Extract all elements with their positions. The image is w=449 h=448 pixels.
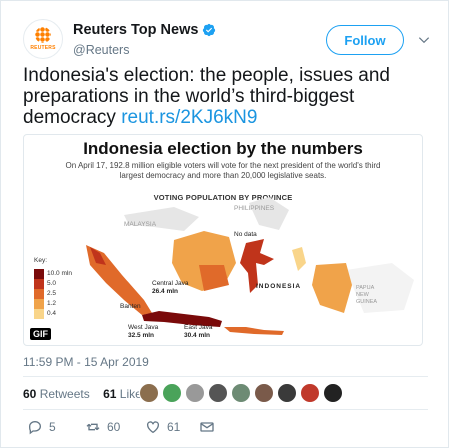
key-swatch (34, 289, 44, 299)
user-identity[interactable]: Reuters Top News @Reuters (73, 21, 216, 57)
key-item: 1.2 (47, 300, 57, 307)
label-png: PAPUA NEW GUINEA (356, 285, 378, 305)
reply-count: 5 (49, 420, 56, 434)
retweet-action-count: 60 (107, 420, 121, 434)
tweet-link[interactable]: reut.rs/2KJ6kN9 (121, 107, 257, 128)
direct-message-button[interactable] (199, 419, 215, 435)
liker-avatar[interactable] (139, 383, 159, 403)
label-malaysia: MALAYSIA (124, 221, 157, 228)
tweet-text: Indonesia's election: the people, issues… (23, 65, 433, 128)
key-swatch (34, 269, 44, 279)
label-west-java: West Java (128, 324, 159, 331)
chevron-down-icon[interactable] (417, 33, 431, 47)
key-item: 0.4 (47, 310, 57, 317)
label-banten: Banten (120, 303, 141, 310)
label-central-java-value: 26.4 mln (152, 288, 179, 295)
liker-avatars (139, 383, 343, 403)
label-central-java: Central Java (152, 280, 189, 287)
reply-icon (28, 420, 42, 435)
tweet-header: REUTERS Reuters Top News @Reuters Follow (23, 17, 433, 61)
liker-avatar[interactable] (208, 383, 228, 403)
liker-avatar[interactable] (277, 383, 297, 403)
tweet-timestamp[interactable]: 11:59 PM - 15 Apr 2019 (23, 355, 149, 369)
divider (23, 376, 428, 377)
tweet-actions: 5 60 61 (23, 419, 428, 439)
likes-count: 61 (103, 387, 117, 401)
verified-badge-icon (203, 23, 216, 37)
liker-avatar[interactable] (185, 383, 205, 403)
tweet-card: REUTERS Reuters Top News @Reuters Follow… (0, 0, 449, 448)
handle[interactable]: @Reuters (73, 43, 216, 57)
divider (23, 409, 428, 410)
nusa-tenggara (224, 327, 284, 335)
indonesia-map (34, 197, 414, 335)
key-swatch (34, 309, 44, 319)
key-title: Key: (34, 257, 48, 264)
retweet-button[interactable]: 60 (85, 419, 120, 435)
key-swatch (34, 279, 44, 289)
like-action-count: 61 (167, 420, 181, 434)
label-east-java: East Java (184, 324, 213, 331)
like-button[interactable]: 61 (145, 419, 180, 435)
avatar-brand: REUTERS (30, 45, 56, 51)
retweets-stat[interactable]: 60 Retweets (23, 387, 90, 401)
display-name-row[interactable]: Reuters Top News (73, 22, 216, 38)
reply-button[interactable]: 5 (27, 419, 56, 435)
label-east-java-value: 30.4 mln (184, 332, 211, 339)
reuters-logo-icon (35, 27, 51, 43)
key-item: 5.0 (47, 280, 57, 287)
label-no-data: No data (234, 231, 257, 238)
philippines-land (249, 197, 289, 230)
liker-avatar[interactable] (300, 383, 320, 403)
gif-badge: GIF (30, 328, 51, 340)
papua (312, 263, 352, 313)
engagement-stats: 60 Retweets 61 Likes (23, 387, 148, 401)
liker-avatar[interactable] (323, 383, 343, 403)
avatar[interactable]: REUTERS (23, 19, 63, 59)
retweets-count: 60 (23, 387, 37, 401)
label-philippines: PHILIPPINES (234, 205, 275, 212)
media-gif[interactable]: Indonesia election by the numbers On Apr… (23, 134, 423, 346)
retweet-icon (86, 423, 100, 431)
display-name[interactable]: Reuters Top News (73, 22, 198, 38)
key-item: 10.0 mln (47, 270, 72, 277)
follow-button[interactable]: Follow (326, 25, 404, 55)
envelope-icon (200, 422, 214, 432)
liker-avatar[interactable] (254, 383, 274, 403)
label-indonesia: INDONESIA (256, 283, 302, 290)
key-swatch (34, 299, 44, 309)
heart-icon (147, 421, 159, 434)
south-kalimantan (199, 265, 229, 291)
maluku (292, 247, 306, 271)
liker-avatar[interactable] (162, 383, 182, 403)
liker-avatar[interactable] (231, 383, 251, 403)
retweets-label: Retweets (39, 387, 90, 401)
key-item: 2.5 (47, 290, 57, 297)
label-west-java-value: 32.5 mln (128, 332, 155, 339)
